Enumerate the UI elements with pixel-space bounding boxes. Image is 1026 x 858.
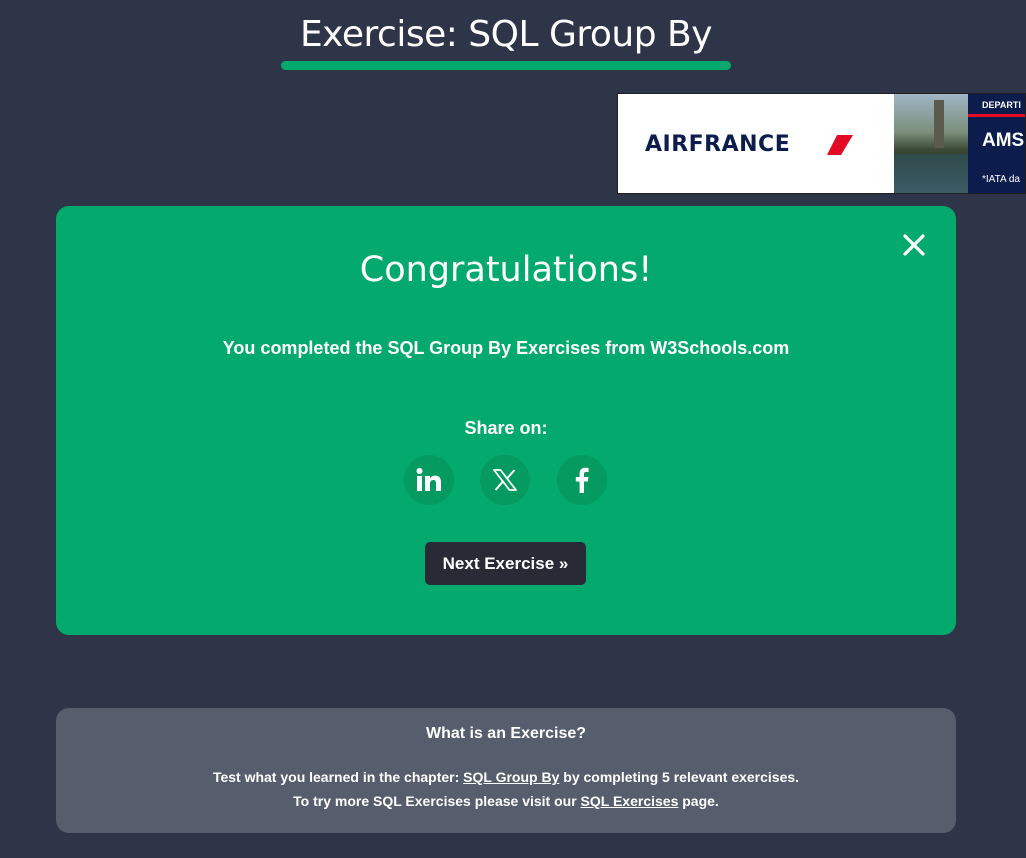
share-label: Share on: (464, 418, 548, 438)
ad-photo-tower (934, 100, 944, 148)
share-linkedin-button[interactable] (404, 455, 454, 505)
ad-photo (894, 94, 968, 193)
info-line2-prefix: To try more SQL Exercises please visit o… (293, 793, 581, 809)
info-line2-suffix: page. (678, 793, 719, 809)
linkedin-icon (416, 468, 441, 491)
exercise-page: Exercise: SQL Group By AIRFRANCE DEPARTI… (0, 0, 1026, 858)
sql-group-by-link[interactable]: SQL Group By (463, 769, 559, 785)
share-facebook-button[interactable] (557, 455, 607, 505)
page-title: Exercise: SQL Group By (299, 14, 713, 55)
ad-photo-canal (894, 154, 968, 193)
facebook-icon (575, 467, 589, 493)
congrats-panel: Congratulations! You completed the SQL G… (56, 206, 956, 635)
ad-note-text: *IATA da (982, 174, 1020, 185)
title-underline (281, 61, 731, 70)
next-exercise-button[interactable]: Next Exercise » (425, 542, 586, 585)
ad-logo-text: AIRFRANCE (645, 132, 791, 157)
x-icon (493, 469, 517, 491)
share-x-button[interactable] (480, 455, 530, 505)
congrats-title: Congratulations! (359, 250, 653, 290)
airfrance-slash-icon (827, 135, 853, 155)
ad-departure-text: DEPARTI (982, 100, 1021, 110)
ad-city-text: AMS (982, 130, 1025, 151)
info-line-chapter: Test what you learned in the chapter: SQ… (56, 769, 956, 785)
ad-info-panel: DEPARTI AMS *IATA da (968, 94, 1025, 193)
info-line1-prefix: Test what you learned in the chapter: (212, 769, 464, 785)
congrats-message: You completed the SQL Group By Exercises… (222, 338, 790, 358)
info-heading: What is an Exercise? (425, 725, 587, 742)
sql-exercises-link[interactable]: SQL Exercises (581, 793, 679, 809)
ad-red-line (968, 114, 1025, 117)
ad-banner[interactable]: AIRFRANCE DEPARTI AMS *IATA da (617, 93, 1026, 194)
info-panel: What is an Exercise? Test what you learn… (56, 708, 956, 833)
info-line1-suffix: by completing 5 relevant exercises. (559, 769, 800, 785)
info-line-more: To try more SQL Exercises please visit o… (56, 793, 956, 809)
